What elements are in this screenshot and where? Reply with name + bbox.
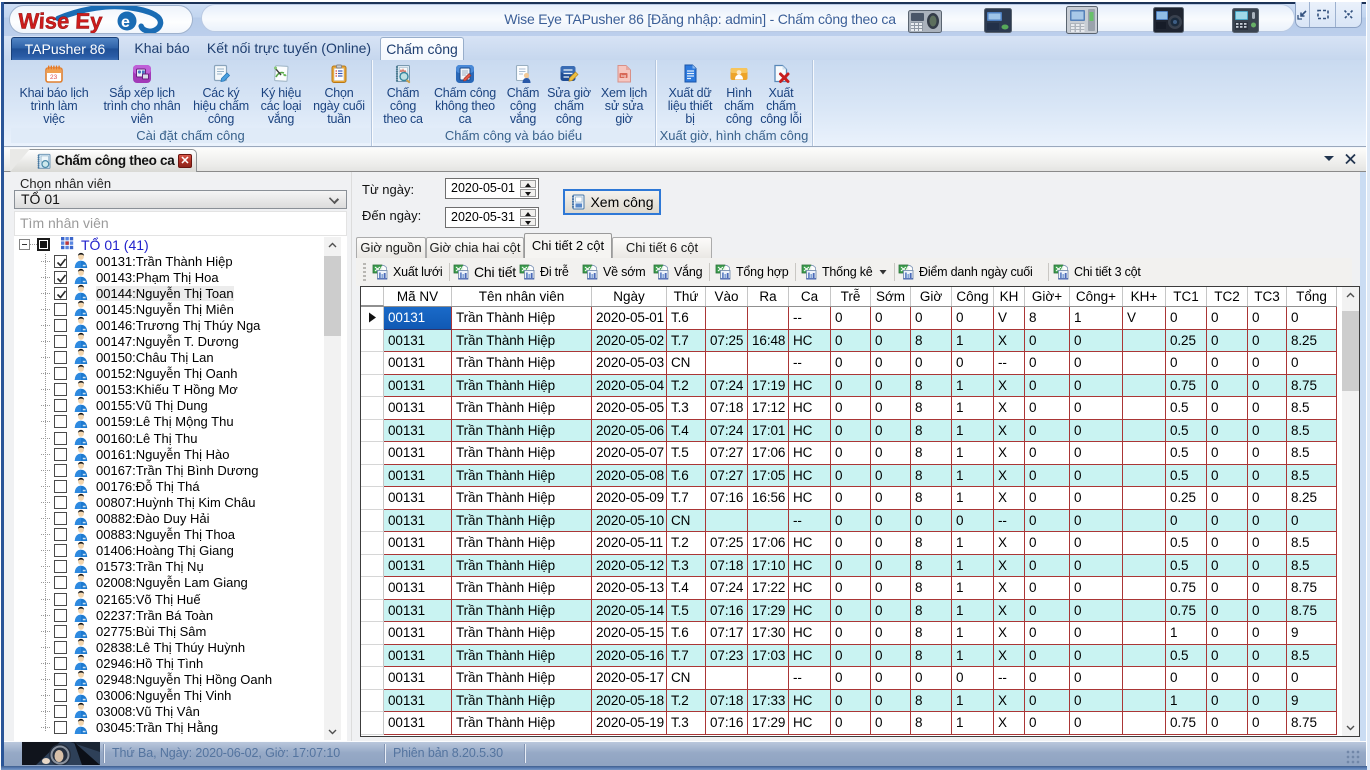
svg-text:Wise Ey: Wise Ey [18,9,104,33]
svg-text:log: log [621,74,626,78]
svg-text:23: 23 [50,74,58,81]
svg-text:e: e [121,14,130,31]
